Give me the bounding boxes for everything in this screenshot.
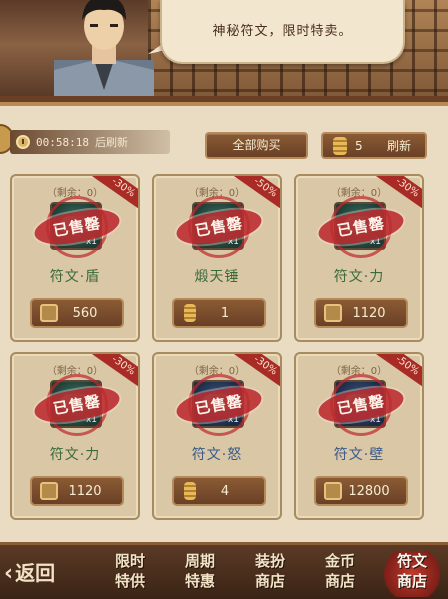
tab-label-line1: 限时 [114, 552, 145, 570]
tab-gold-shop[interactable]: 金币 商店 [308, 551, 372, 597]
price-button[interactable]: 1120 [314, 298, 408, 328]
tab-periodic-deals[interactable]: 周期 特惠 [168, 551, 232, 597]
price-button[interactable]: 4 [172, 476, 266, 506]
tab-label-line2: 商店 [324, 572, 355, 590]
shop-item-card[interactable]: （剩余：0） -30% x1 已售罄 符文·力 1120 [10, 352, 140, 520]
tab-label-line2: 商店 [396, 572, 427, 590]
tab-label-line2: 特供 [114, 572, 145, 590]
price-amount: 12800 [348, 483, 390, 499]
refresh-button[interactable]: 5 刷新 [321, 132, 427, 159]
refresh-cost: 5 [355, 138, 363, 153]
token-icon [333, 136, 347, 155]
price-amount: 1120 [68, 483, 102, 499]
item-name: 符文·盾 [49, 269, 101, 285]
speech-bubble: 神秘符文，限时特卖。 [160, 0, 405, 64]
refresh-timer: 00:58:18 后刷新 [10, 130, 170, 154]
price-amount: 1120 [352, 305, 386, 321]
price-button[interactable]: 560 [30, 298, 124, 328]
timer-value: 00:58:18 [36, 135, 89, 149]
bottom-navigation: ‹ 返回 限时 特供 周期 特惠 装扮 商店 金币 商店 符文 商店 [0, 542, 448, 599]
item-name: 符文·力 [333, 269, 385, 285]
token-icon [184, 304, 196, 322]
tab-label-line1: 金币 [324, 552, 355, 570]
buy-all-button[interactable]: 全部购买 [205, 132, 308, 159]
shop-item-card[interactable]: （剩余：0） -30% x1 已售罄 符文·盾 560 [10, 174, 140, 342]
price-amount: 4 [220, 483, 230, 499]
tab-costume-shop[interactable]: 装扮 商店 [238, 551, 302, 597]
coin-icon [40, 482, 58, 500]
tab-rune-shop[interactable]: 符文 商店 [380, 551, 444, 597]
clock-icon [16, 135, 30, 149]
tab-label-line2: 特惠 [184, 572, 215, 590]
token-icon [184, 482, 196, 500]
shop-panel: 00:58:18 后刷新 全部购买 5 刷新 （剩余：0） -30% x1 已售… [0, 96, 448, 542]
price-button[interactable]: 1120 [30, 476, 124, 506]
chevron-left-icon: ‹ [4, 561, 14, 586]
back-label: 返回 [15, 561, 56, 585]
refresh-label: 刷新 [387, 139, 412, 153]
price-amount: 560 [72, 305, 98, 321]
tab-label-line1: 周期 [184, 552, 215, 570]
price-amount: 1 [220, 305, 230, 321]
coin-icon [324, 304, 342, 322]
back-button[interactable]: ‹ 返回 [0, 553, 64, 593]
shop-item-card[interactable]: （剩余：0） -30% x1 已售罄 符文·力 1120 [294, 174, 424, 342]
tab-limited-offer[interactable]: 限时 特供 [98, 551, 162, 597]
timer-suffix: 后刷新 [94, 136, 128, 149]
item-name: 煅天锤 [194, 269, 240, 285]
price-button[interactable]: 12800 [314, 476, 408, 506]
item-name: 符文·壁 [333, 447, 385, 463]
coin-icon [40, 304, 58, 322]
tab-label-line2: 商店 [254, 572, 285, 590]
item-name: 符文·怒 [191, 447, 243, 463]
tab-label-line1: 装扮 [254, 552, 285, 570]
coin-icon [324, 482, 342, 500]
tab-label-line1: 符文 [396, 552, 427, 570]
shop-item-card[interactable]: （剩余：0） -50% x1 已售罄 符文·壁 12800 [294, 352, 424, 520]
price-button[interactable]: 1 [172, 298, 266, 328]
npc-speech-text: 神秘符文，限时特卖。 [212, 24, 353, 39]
item-name: 符文·力 [49, 447, 101, 463]
shop-item-card[interactable]: （剩余：0） -30% x1 已售罄 符文·怒 4 [152, 352, 282, 520]
shop-item-card[interactable]: （剩余：0） -50% x1 已售罄 煅天锤 1 [152, 174, 282, 342]
